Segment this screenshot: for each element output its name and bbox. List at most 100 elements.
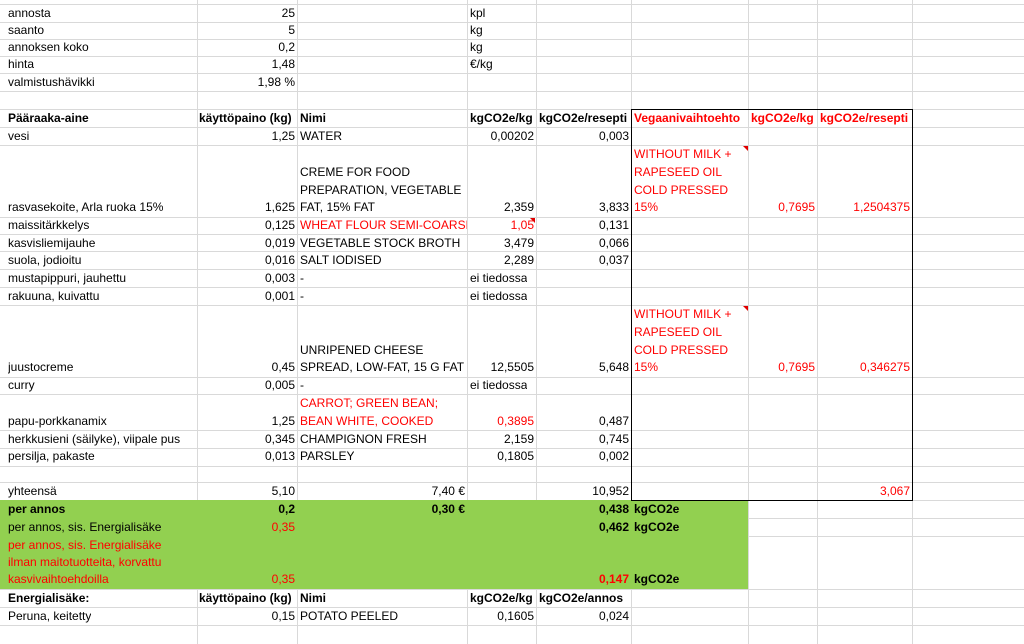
ingredient-nimi-line[interactable]: CARROT; GREEN BEAN; <box>300 395 438 412</box>
param-value[interactable]: 5 <box>197 22 295 39</box>
ingredient-kgco2e-kg[interactable]: ei tiedossa <box>470 288 527 305</box>
param-label[interactable]: annosta <box>8 5 51 22</box>
energia-header-label[interactable]: Energialisäke: <box>8 590 89 607</box>
per-annos-energia-weight[interactable]: 0,35 <box>197 519 295 536</box>
ingredient-name[interactable]: herkkusieni (säilyke), viipale pus <box>8 431 196 448</box>
ingredient-kgco2e-resepti[interactable]: 0,066 <box>536 235 629 252</box>
ingredient-weight[interactable]: 1,25 <box>197 413 295 430</box>
ingredient-weight[interactable]: 0,45 <box>197 359 295 376</box>
per-annos-energia-value[interactable]: 0,462 <box>536 519 629 536</box>
total-label[interactable]: yhteensä <box>8 483 57 500</box>
ingredient-kgco2e-kg[interactable]: 1,05 <box>467 217 534 234</box>
total-price[interactable]: 7,40 € <box>297 483 465 500</box>
ingredient-nimi-line[interactable]: BEAN WHITE, COOKED <box>300 413 433 430</box>
vegan-alt-line[interactable]: WITHOUT MILK + <box>634 146 731 163</box>
ingredient-kgco2e-resepti[interactable]: 3,833 <box>536 199 629 216</box>
ingredient-kgco2e-resepti[interactable]: 0,487 <box>536 413 629 430</box>
header-vegan-kgco2e-resepti[interactable]: kgCO2e/resepti <box>820 110 908 127</box>
per-annos-unit[interactable]: kgCO2e <box>634 501 679 518</box>
header-vegaani[interactable]: Vegaanivaihtoehto <box>634 110 748 127</box>
ingredient-name[interactable]: papu-porkkanamix <box>8 413 107 430</box>
param-unit[interactable]: €/kg <box>470 56 493 73</box>
vegan-alt-line[interactable]: COLD PRESSED <box>634 342 728 359</box>
param-unit[interactable]: kg <box>470 39 483 56</box>
ingredient-kgco2e-resepti[interactable]: 0,745 <box>536 431 629 448</box>
per-annos-vegan-label-line[interactable]: per annos, sis. Energialisäke <box>8 537 161 554</box>
ingredient-nimi[interactable]: - <box>300 288 304 305</box>
total-vegan-kgco2e-resepti[interactable]: 3,067 <box>817 483 910 500</box>
vegan-alt-line[interactable]: WITHOUT MILK + <box>634 306 731 323</box>
ingredient-kgco2e-kg[interactable]: 2,289 <box>467 252 534 269</box>
per-annos-vegan-weight[interactable]: 0,35 <box>197 571 295 588</box>
ingredient-weight[interactable]: 0,016 <box>197 252 295 269</box>
ingredient-nimi[interactable]: - <box>300 377 304 394</box>
vegan-alt-line[interactable]: COLD PRESSED <box>634 182 728 199</box>
energia-header-nimi[interactable]: Nimi <box>300 590 326 607</box>
vegan-kgco2e-kg[interactable]: 0,7695 <box>748 359 815 376</box>
energia-header-kgco2e-annos[interactable]: kgCO2e/annos <box>539 590 623 607</box>
comment-marker-icon[interactable] <box>743 146 748 151</box>
per-annos-vegan-label-line[interactable]: kasvivaihtoehdoilla <box>8 571 109 588</box>
param-label[interactable]: saanto <box>8 22 44 39</box>
ingredient-kgco2e-resepti[interactable]: 0,131 <box>536 217 629 234</box>
energia-header-kayttopaino[interactable]: käyttöpaino (kg) <box>199 590 292 607</box>
vegan-alt-line[interactable]: 15% <box>634 359 658 376</box>
vegan-alt-line[interactable]: RAPESEED OIL <box>634 324 722 341</box>
param-label[interactable]: annoksen koko <box>8 39 89 56</box>
header-kgco2e-resepti[interactable]: kgCO2e/resepti <box>539 110 627 127</box>
energia-ingredient-kgco2e-kg[interactable]: 0,1605 <box>467 608 534 625</box>
ingredient-name[interactable]: vesi <box>8 128 29 145</box>
energia-ingredient-weight[interactable]: 0,15 <box>197 608 295 625</box>
per-annos-energia-label[interactable]: per annos, sis. Energialisäke <box>8 519 161 536</box>
header-kayttopaino[interactable]: käyttöpaino (kg) <box>199 110 292 127</box>
energia-ingredient-name[interactable]: Peruna, keitetty <box>8 608 91 625</box>
ingredient-kgco2e-kg[interactable]: 0,1805 <box>467 448 534 465</box>
ingredient-kgco2e-kg[interactable]: 0,3895 <box>467 413 534 430</box>
ingredient-kgco2e-kg[interactable]: 3,479 <box>467 235 534 252</box>
param-value[interactable]: 0,2 <box>197 39 295 56</box>
ingredient-kgco2e-resepti[interactable]: 5,648 <box>536 359 629 376</box>
ingredient-weight[interactable]: 0,013 <box>197 448 295 465</box>
ingredient-kgco2e-kg[interactable]: 0,00202 <box>467 128 534 145</box>
ingredient-name[interactable]: rasvasekoite, Arla ruoka 15% <box>8 199 163 216</box>
ingredient-nimi[interactable]: - <box>300 270 304 287</box>
param-value[interactable]: 25 <box>197 5 295 22</box>
per-annos-weight[interactable]: 0,2 <box>197 501 295 518</box>
vegan-kgco2e-kg[interactable]: 0,7695 <box>748 199 815 216</box>
energia-ingredient-kgco2e-annos[interactable]: 0,024 <box>536 608 629 625</box>
ingredient-name[interactable]: persilja, pakaste <box>8 448 95 465</box>
vegan-alt-line[interactable]: RAPESEED OIL <box>634 164 722 181</box>
ingredient-weight[interactable]: 0,125 <box>197 217 295 234</box>
ingredient-weight[interactable]: 0,345 <box>197 431 295 448</box>
ingredient-weight[interactable]: 0,003 <box>197 270 295 287</box>
ingredient-nimi[interactable]: PARSLEY <box>300 448 354 465</box>
comment-marker-icon[interactable] <box>743 306 748 311</box>
ingredient-nimi[interactable]: WHEAT FLOUR SEMI-COARSE <box>300 217 467 234</box>
ingredient-nimi-line[interactable]: PREPARATION, VEGETABLE <box>300 182 461 199</box>
ingredient-weight[interactable]: 1,25 <box>197 128 295 145</box>
per-annos-vegan-unit[interactable]: kgCO2e <box>634 571 679 588</box>
ingredient-nimi[interactable]: CHAMPIGNON FRESH <box>300 431 427 448</box>
param-label[interactable]: valmistushävikki <box>8 74 95 91</box>
ingredient-kgco2e-resepti[interactable]: 0,003 <box>536 128 629 145</box>
vegan-kgco2e-resepti[interactable]: 1,2504375 <box>817 199 910 216</box>
ingredient-name[interactable]: juustocreme <box>8 359 73 376</box>
energia-ingredient-nimi[interactable]: POTATO PEELED <box>300 608 398 625</box>
per-annos-label[interactable]: per annos <box>8 501 65 518</box>
ingredient-weight[interactable]: 1,625 <box>197 199 295 216</box>
total-kgco2e-resepti[interactable]: 10,952 <box>536 483 629 500</box>
ingredient-nimi-line[interactable]: SPREAD, LOW-FAT, 15 G FAT <box>300 359 467 376</box>
ingredient-name[interactable]: curry <box>8 377 35 394</box>
param-unit[interactable]: kpl <box>470 5 485 22</box>
ingredient-kgco2e-kg[interactable]: ei tiedossa <box>470 270 527 287</box>
param-unit[interactable]: kg <box>470 22 483 39</box>
header-vegan-kgco2e-kg[interactable]: kgCO2e/kg <box>751 110 814 127</box>
total-weight[interactable]: 5,10 <box>197 483 295 500</box>
param-value[interactable]: 1,98 % <box>197 74 295 91</box>
vegan-alt-line[interactable]: 15% <box>634 199 658 216</box>
ingredient-nimi-line[interactable]: CREME FOR FOOD <box>300 164 410 181</box>
ingredient-kgco2e-resepti[interactable]: 0,037 <box>536 252 629 269</box>
per-annos-vegan-value[interactable]: 0,147 <box>536 571 629 588</box>
ingredient-nimi[interactable]: WATER <box>300 128 342 145</box>
header-nimi[interactable]: Nimi <box>300 110 326 127</box>
